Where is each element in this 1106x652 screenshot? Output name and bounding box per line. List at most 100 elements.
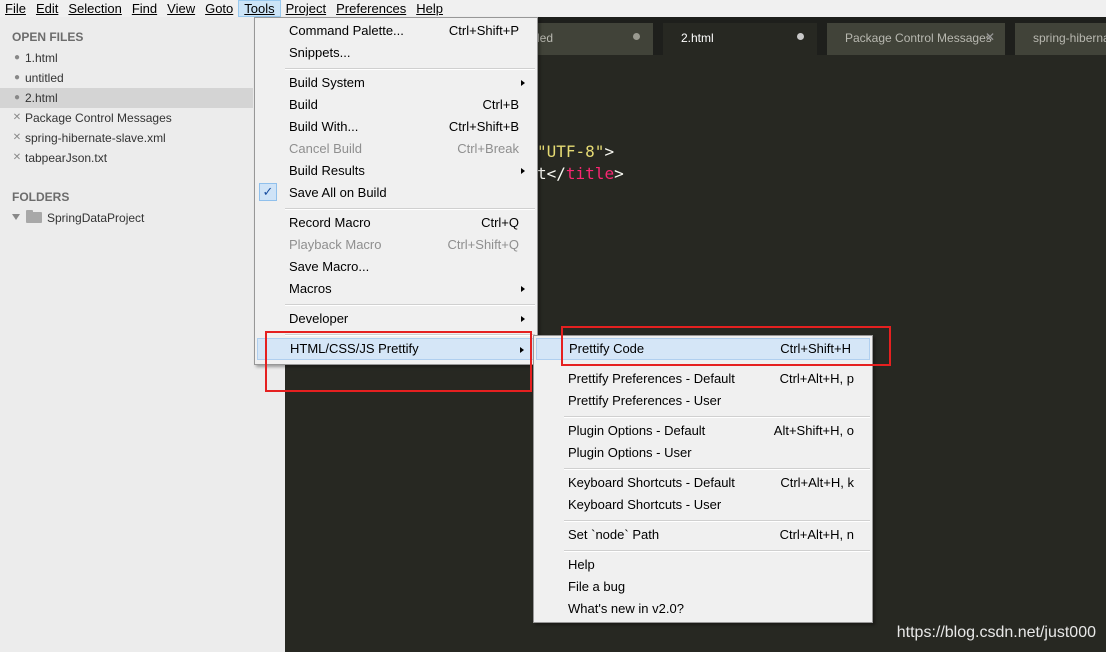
open-file-label: 2.html xyxy=(25,91,58,105)
menu-item-shortcut: Ctrl+Shift+B xyxy=(448,119,519,134)
folder-item[interactable]: SpringDataProject xyxy=(0,208,253,228)
menu-item-shortcut: Ctrl+Alt+H, k xyxy=(780,475,854,490)
submenu-arrow-icon xyxy=(521,80,525,86)
menu-tools-label: Tools xyxy=(244,1,275,16)
submenu-arrow-icon xyxy=(521,286,525,292)
menu-item-build-system[interactable]: Build System xyxy=(257,72,535,94)
menu-item-label: Set `node` Path xyxy=(568,527,660,542)
menu-separator xyxy=(564,468,870,470)
menu-item-shortcut: Alt+Shift+H, o xyxy=(773,423,854,438)
menu-edit[interactable]: Edit xyxy=(31,0,63,17)
open-file-item[interactable]: ✕ Package Control Messages xyxy=(0,108,253,128)
tab-spring-hibernate[interactable]: spring-hibernat xyxy=(1015,23,1106,55)
close-icon[interactable]: ✕ xyxy=(12,128,22,148)
menu-preferences[interactable]: Preferences xyxy=(331,0,411,17)
folders-heading: FOLDERS xyxy=(12,190,70,204)
menu-item-keyboard-shortcuts-user[interactable]: Keyboard Shortcuts - User xyxy=(536,494,870,516)
menu-item-label: Plugin Options - User xyxy=(568,445,692,460)
close-icon[interactable]: ✕ xyxy=(12,148,22,168)
open-file-label: tabpearJson.txt xyxy=(25,151,108,165)
menu-help-label: Help xyxy=(416,1,443,16)
checkmark-icon: ✓ xyxy=(259,183,277,201)
menu-item-label: Build With... xyxy=(289,119,359,134)
menu-item-label: Snippets... xyxy=(289,45,351,60)
folder-icon xyxy=(26,210,42,223)
menu-item-label: Keyboard Shortcuts - Default xyxy=(568,475,735,490)
tab-package-control-messages[interactable]: Package Control Messages ✕ xyxy=(827,23,1005,55)
menu-project[interactable]: Project xyxy=(281,0,331,17)
menu-item-shortcut: Ctrl+Alt+H, n xyxy=(779,527,854,542)
open-file-label: untitled xyxy=(25,71,64,85)
menu-item-save-all-on-build[interactable]: ✓ Save All on Build xyxy=(257,182,535,204)
menu-item-command-palette[interactable]: Command Palette... Ctrl+Shift+P xyxy=(257,20,535,42)
menu-item-label: Cancel Build xyxy=(289,141,362,156)
menu-item-whats-new[interactable]: What's new in v2.0? xyxy=(536,598,870,620)
menu-file-label: File xyxy=(5,1,26,16)
menu-item-help[interactable]: Help xyxy=(536,554,870,576)
menu-selection[interactable]: Selection xyxy=(63,0,126,17)
menu-item-label: Build xyxy=(289,97,318,112)
unsaved-dot-icon[interactable] xyxy=(797,33,804,40)
code-tag: title xyxy=(565,164,615,183)
menu-item-label: Save All on Build xyxy=(289,185,387,200)
menu-item-snippets[interactable]: Snippets... xyxy=(257,42,535,64)
menu-help[interactable]: Help xyxy=(411,0,448,17)
menu-item-set-node-path[interactable]: Set `node` Path Ctrl+Alt+H, n xyxy=(536,524,870,546)
expand-arrow-icon[interactable] xyxy=(12,214,20,220)
code-text: t</ xyxy=(537,164,566,183)
menu-item-file-a-bug[interactable]: File a bug xyxy=(536,576,870,598)
tab-label: Package Control Messages xyxy=(845,31,992,45)
menu-item-build-results[interactable]: Build Results xyxy=(257,160,535,182)
menu-separator xyxy=(285,68,535,70)
menu-item-label: Developer xyxy=(289,311,349,326)
menu-item-build[interactable]: Build Ctrl+B xyxy=(257,94,535,116)
annotation-box xyxy=(561,326,891,366)
menu-item-macros[interactable]: Macros xyxy=(257,278,535,300)
open-file-item[interactable]: ● 1.html xyxy=(0,48,253,68)
menu-view[interactable]: View xyxy=(162,0,200,17)
menu-view-label: View xyxy=(167,1,196,16)
menu-item-shortcut: Ctrl+Break xyxy=(457,141,519,156)
menu-item-plugin-options-default[interactable]: Plugin Options - Default Alt+Shift+H, o xyxy=(536,420,870,442)
menu-item-prettify-preferences-default[interactable]: Prettify Preferences - Default Ctrl+Alt+H… xyxy=(536,368,870,390)
menu-goto[interactable]: Goto xyxy=(200,0,238,17)
tab-label: led xyxy=(537,31,554,45)
prettify-submenu: Prettify Code Ctrl+Shift+H Prettify Prefe… xyxy=(533,335,873,623)
menu-item-record-macro[interactable]: Record Macro Ctrl+Q xyxy=(257,212,535,234)
menu-item-shortcut: Ctrl+Shift+P xyxy=(448,23,519,38)
menu-preferences-label: Preferences xyxy=(336,1,407,16)
menu-item-shortcut: Ctrl+B xyxy=(482,97,519,112)
menu-tools[interactable]: Tools xyxy=(238,0,281,17)
modified-dot-icon: ● xyxy=(13,52,21,63)
code-line: "UTF-8"> xyxy=(537,142,614,161)
menu-item-label: Save Macro... xyxy=(289,259,370,274)
menu-item-save-macro[interactable]: Save Macro... xyxy=(257,256,535,278)
menu-selection-label: Selection xyxy=(68,1,122,16)
menu-item-plugin-options-user[interactable]: Plugin Options - User xyxy=(536,442,870,464)
menu-item-label: Plugin Options - Default xyxy=(568,423,706,438)
open-file-item[interactable]: ● untitled xyxy=(0,68,253,88)
menu-item-playback-macro: Playback Macro Ctrl+Shift+Q xyxy=(257,234,535,256)
unsaved-dot-icon[interactable] xyxy=(633,33,640,40)
open-files-heading: OPEN FILES xyxy=(12,30,84,44)
menu-edit-label: Edit xyxy=(35,1,59,16)
open-file-label: spring-hibernate-slave.xml xyxy=(25,131,166,145)
menu-item-developer[interactable]: Developer xyxy=(257,308,535,330)
menu-item-label: File a bug xyxy=(568,579,626,594)
menu-project-label: Project xyxy=(285,1,327,16)
close-icon[interactable]: ✕ xyxy=(12,108,22,128)
menu-item-build-with[interactable]: Build With... Ctrl+Shift+B xyxy=(257,116,535,138)
menu-item-label: What's new in v2.0? xyxy=(568,601,684,616)
menu-item-keyboard-shortcuts-default[interactable]: Keyboard Shortcuts - Default Ctrl+Alt+H, … xyxy=(536,472,870,494)
open-file-item[interactable]: ✕ tabpearJson.txt xyxy=(0,148,253,168)
menu-file[interactable]: File xyxy=(0,0,31,17)
menu-item-prettify-preferences-user[interactable]: Prettify Preferences - User xyxy=(536,390,870,412)
tab-2-html[interactable]: 2.html xyxy=(663,23,817,55)
folder-label: SpringDataProject xyxy=(47,211,145,225)
close-icon[interactable]: ✕ xyxy=(985,30,995,44)
menu-find[interactable]: Find xyxy=(127,0,162,17)
code-string: "UTF-8" xyxy=(537,142,605,161)
open-file-item[interactable]: ✕ spring-hibernate-slave.xml xyxy=(0,128,253,148)
open-file-item[interactable]: ● 2.html xyxy=(0,88,253,108)
menu-find-label: Find xyxy=(131,1,158,16)
